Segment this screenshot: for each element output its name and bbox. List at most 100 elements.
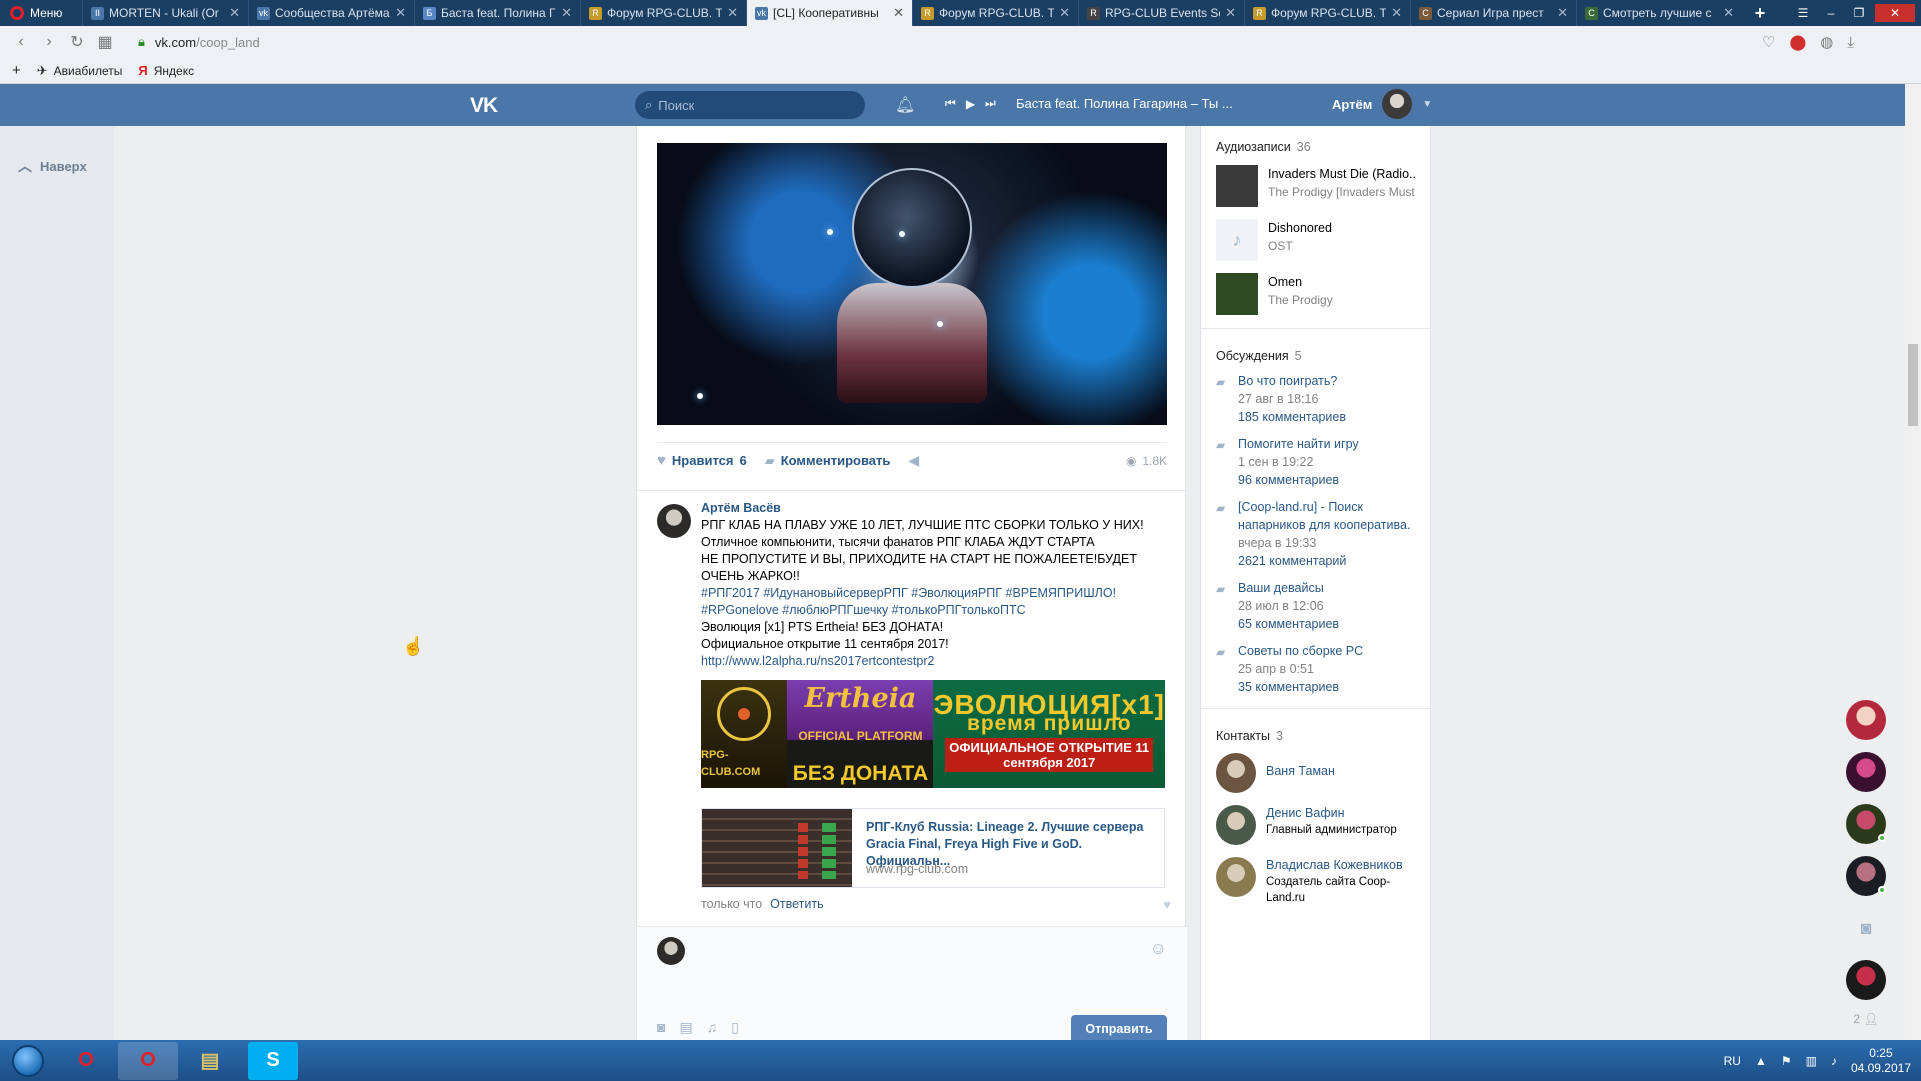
page-scrollbar[interactable] <box>1905 84 1921 1040</box>
search-input[interactable]: ⌕ Поиск <box>635 91 865 119</box>
language-indicator[interactable]: RU <box>1724 1054 1741 1068</box>
send-button[interactable]: Отправить <box>1071 1015 1167 1043</box>
discussion-comment-count[interactable]: 35 комментариев <box>1238 678 1363 696</box>
comment-author-avatar[interactable] <box>657 504 691 538</box>
camera-icon[interactable]: ◙ <box>1846 908 1886 948</box>
now-playing-track[interactable]: Баста feat. Полина Гагарина – Ты ... <box>1016 96 1233 111</box>
like-button[interactable]: ♥ Нравится 6 <box>657 452 747 469</box>
tab-close-icon[interactable]: ✕ <box>395 5 406 21</box>
hashtags[interactable]: #RPGonelove #люблюРПГшечку #толькоРПГтол… <box>701 602 1167 619</box>
tab-close-icon[interactable]: ✕ <box>1391 5 1402 21</box>
tab-close-icon[interactable]: ✕ <box>1225 5 1236 21</box>
taskbar-explorer-icon[interactable]: ▤ <box>180 1042 240 1080</box>
contact-item[interactable]: Денис Вафин Главный администратор <box>1201 801 1430 853</box>
dock-friends-count[interactable]: 2 👤︎ <box>1853 1012 1878 1026</box>
dock-friend-avatar[interactable] <box>1846 700 1886 740</box>
browser-tab[interactable]: R Форум RPG-CLUB. Т ✕ <box>580 0 746 26</box>
window-close-button[interactable]: ✕ <box>1875 4 1915 22</box>
tab-close-icon[interactable]: ✕ <box>1059 5 1070 21</box>
discussion-title[interactable]: Помогите найти игру <box>1238 435 1359 453</box>
left-scroll-strip[interactable] <box>0 126 114 1040</box>
audio-item[interactable]: Invaders Must Die (Radio... The Prodigy [… <box>1201 160 1430 214</box>
tray-network-icon[interactable]: ▥ <box>1806 1054 1817 1068</box>
video-icon[interactable]: ▤ <box>679 1019 692 1036</box>
discussion-item[interactable]: ▰ [Coop-land.ru] - Поиск напарников для к… <box>1201 495 1430 576</box>
post-image[interactable] <box>657 143 1167 425</box>
discussion-title[interactable]: Во что поиграть? <box>1238 372 1346 390</box>
user-menu[interactable]: Артём ▼ <box>1332 89 1432 119</box>
discussion-comment-count[interactable]: 96 комментариев <box>1238 471 1359 489</box>
start-button[interactable] <box>0 1040 56 1081</box>
browser-tab[interactable]: Б Баста feat. Полина Г ✕ <box>414 0 580 26</box>
browser-tab[interactable]: II MORTEN - Ukali (Or ✕ <box>82 0 248 26</box>
emoji-icon[interactable]: ☺ <box>1150 939 1167 959</box>
hashtags[interactable]: #РПГ2017 #ИдунановыйсерверРПГ #ЭволюцияР… <box>701 585 1167 602</box>
discussion-title[interactable]: [Coop-land.ru] - Поиск напарников для ко… <box>1238 498 1415 534</box>
tab-menu-icon[interactable]: ☰ <box>1791 4 1815 22</box>
previous-track-icon[interactable]: ⏮ <box>945 96 956 111</box>
play-icon[interactable]: ▶ <box>966 97 975 111</box>
taskbar-opera-active-icon[interactable]: O <box>118 1041 178 1080</box>
minimize-button[interactable]: – <box>1819 4 1843 22</box>
back-icon[interactable]: ‹ <box>12 33 30 51</box>
scrollbar-thumb[interactable] <box>1908 344 1918 426</box>
opera-menu-button[interactable]: Меню <box>0 0 82 26</box>
discussions-section-header[interactable]: Обсуждения 5 <box>1201 335 1430 369</box>
link-preview-card[interactable]: РПГ-Клуб Russia: Lineage 2. Лучшие серве… <box>701 808 1165 888</box>
reload-icon[interactable]: ↻ <box>68 32 86 52</box>
tab-close-icon[interactable]: ✕ <box>561 5 572 21</box>
discussion-item[interactable]: ▰ Во что поиграть? 27 авг в 18:16 185 комме… <box>1201 369 1430 432</box>
contact-name[interactable]: Денис Вафин <box>1266 805 1397 822</box>
bookmark-heart-icon[interactable]: ♡ <box>1762 33 1775 51</box>
bookmark-yandex[interactable]: Я Яндекс <box>138 63 194 78</box>
url-field[interactable]: 🔒︎ vk.com/coop_land <box>132 30 1752 54</box>
comment-button[interactable]: ▰ Комментировать <box>765 453 891 469</box>
new-tab-button[interactable]: + <box>1742 0 1778 26</box>
camera-icon[interactable]: ◙ <box>657 1019 665 1036</box>
add-bookmark-icon[interactable]: + <box>12 62 21 79</box>
download-icon[interactable]: ⤓ <box>1847 34 1854 51</box>
speed-dial-icon[interactable]: ▦ <box>96 32 114 52</box>
comment-link[interactable]: http://www.l2alpha.ru/ns2017ertcontestpr… <box>701 653 1167 670</box>
browser-tab[interactable]: R RPG-CLUB Events Sc ✕ <box>1078 0 1244 26</box>
discussion-item[interactable]: ▰ Ваши девайсы 28 июл в 12:06 65 комментари… <box>1201 576 1430 639</box>
tab-close-icon[interactable]: ✕ <box>229 5 240 21</box>
contact-item[interactable]: Ваня Таман <box>1201 749 1430 801</box>
browser-tab[interactable]: vk Сообщества Артёма ✕ <box>248 0 414 26</box>
discussion-title[interactable]: Ваши девайсы <box>1238 579 1339 597</box>
music-icon[interactable]: ♫ <box>707 1019 718 1036</box>
discussion-item[interactable]: ▰ Советы по сборке PC 25 апр в 0:51 35 комм… <box>1201 639 1430 702</box>
comment-like-icon[interactable]: ♥ <box>1163 896 1171 913</box>
document-icon[interactable]: ▯ <box>731 1019 739 1036</box>
browser-tab[interactable]: С Смотреть лучшие с ✕ <box>1576 0 1742 26</box>
contact-item[interactable]: Владислав Кожевников Создатель сайта Coop… <box>1201 853 1430 914</box>
vpn-icon[interactable]: ◍ <box>1820 33 1833 51</box>
dock-friend-avatar[interactable] <box>1846 856 1886 896</box>
tab-close-icon[interactable]: ✕ <box>893 5 904 21</box>
comment-author[interactable]: Артём Васёв <box>701 500 1167 517</box>
browser-tab[interactable]: С Сериал Игра прест ✕ <box>1410 0 1576 26</box>
tab-close-icon[interactable]: ✕ <box>727 5 738 21</box>
tray-flag-icon[interactable]: ⚑ <box>1781 1054 1792 1068</box>
discussion-item[interactable]: ▰ Помогите найти игру 1 сен в 19:22 96 комм… <box>1201 432 1430 495</box>
audio-item[interactable]: ♪ Dishonored OST <box>1201 214 1430 268</box>
adblock-icon[interactable]: ⬤ <box>1789 33 1806 51</box>
discussion-comment-count[interactable]: 2621 комментарий <box>1238 552 1415 570</box>
promo-banner[interactable]: RPG-CLUB.COM Ertheia OFFICIAL PLATFORM Б… <box>701 680 1165 788</box>
taskbar-opera-icon[interactable]: O <box>56 1042 116 1080</box>
contacts-section-header[interactable]: Контакты 3 <box>1201 715 1430 749</box>
discussion-comment-count[interactable]: 185 комментариев <box>1238 408 1346 426</box>
share-button[interactable]: ◀ <box>908 452 919 469</box>
dock-friend-avatar[interactable] <box>1846 752 1886 792</box>
audio-item[interactable]: Omen The Prodigy <box>1201 268 1430 322</box>
browser-tab[interactable]: R Форум RPG-CLUB. Т ✕ <box>1244 0 1410 26</box>
tray-volume-icon[interactable]: ♪ <box>1831 1054 1837 1068</box>
contact-name[interactable]: Ваня Таман <box>1266 763 1335 780</box>
audio-section-header[interactable]: Аудиозаписи 36 <box>1201 126 1430 160</box>
forward-icon[interactable]: › <box>40 33 58 51</box>
browser-tab[interactable]: R Форум RPG-CLUB. Т ✕ <box>912 0 1078 26</box>
clock[interactable]: 0:25 04.09.2017 <box>1851 1046 1911 1076</box>
next-track-icon[interactable]: ⏭ <box>985 96 996 111</box>
taskbar-skype-icon[interactable]: S <box>248 1041 298 1080</box>
vk-logo[interactable]: VK <box>470 94 504 117</box>
